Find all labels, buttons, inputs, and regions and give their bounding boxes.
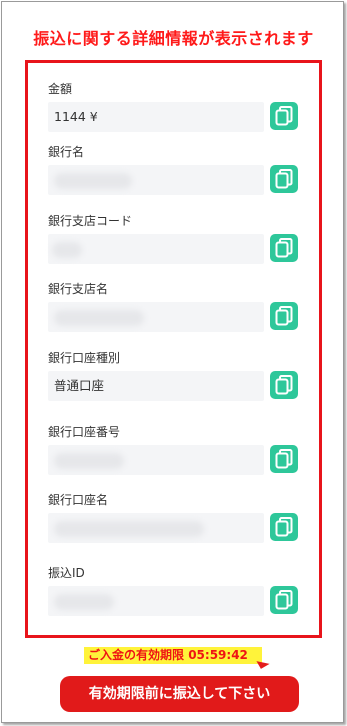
copy-icon	[275, 169, 293, 189]
field-value	[48, 586, 264, 616]
expiry-countdown: 05:59:42	[188, 648, 248, 662]
redacted-value	[54, 521, 204, 537]
copy-button[interactable]	[270, 234, 298, 262]
page-title: 振込に関する詳細情報が表示されます	[33, 29, 314, 48]
field-label: 振込ID	[48, 566, 85, 580]
redacted-value	[52, 242, 82, 258]
copy-icon	[275, 590, 293, 610]
field-label: 銀行口座名	[48, 493, 109, 507]
field-value	[48, 165, 264, 195]
field-label: 銀行名	[48, 145, 85, 159]
transfer-before-deadline-button[interactable]: 有効期限前に振込して下さい	[60, 676, 299, 712]
field-value	[48, 513, 264, 543]
redacted-value	[54, 453, 124, 469]
copy-button[interactable]	[270, 445, 298, 473]
redacted-value	[54, 173, 132, 189]
redacted-value	[54, 594, 114, 610]
field-value: 普通口座	[48, 371, 264, 401]
expiry-notice: ご入金の有効期限 05:59:42	[84, 647, 262, 664]
copy-button[interactable]	[270, 371, 298, 399]
field-account-type: 銀行口座種別 普通口座	[48, 350, 298, 401]
field-value	[48, 445, 264, 475]
field-label: 金額	[48, 82, 73, 96]
copy-button[interactable]	[270, 302, 298, 330]
field-account-number: 銀行口座番号	[48, 424, 298, 475]
copy-button[interactable]	[270, 102, 298, 130]
field-value	[48, 302, 264, 332]
copy-button[interactable]	[270, 513, 298, 541]
copy-button[interactable]	[270, 586, 298, 614]
copy-icon	[275, 106, 293, 126]
field-transfer-id: 振込ID	[48, 565, 298, 616]
copy-button[interactable]	[270, 165, 298, 193]
copy-icon	[275, 375, 293, 395]
redacted-value	[54, 310, 144, 326]
field-value: 1144 ¥	[48, 102, 264, 132]
field-label: 銀行支店コード	[48, 214, 133, 228]
transfer-details-panel: 金額 1144 ¥ 銀行名 銀行支店コード 銀行支店名 銀行口座種別 普通口座 …	[25, 60, 322, 638]
field-label: 銀行口座種別	[48, 351, 121, 365]
copy-icon	[275, 517, 293, 537]
field-branch-name: 銀行支店名	[48, 281, 298, 332]
field-label: 銀行支店名	[48, 282, 109, 296]
field-account-name: 銀行口座名	[48, 492, 298, 543]
field-bank-name: 銀行名	[48, 144, 298, 195]
field-value	[48, 234, 264, 264]
field-branch-code: 銀行支店コード	[48, 213, 298, 264]
copy-icon	[275, 449, 293, 469]
field-label: 銀行口座番号	[48, 425, 121, 439]
expiry-label: ご入金の有効期限	[88, 648, 185, 662]
copy-icon	[275, 306, 293, 326]
field-amount: 金額 1144 ¥	[48, 81, 298, 132]
copy-icon	[275, 238, 293, 258]
